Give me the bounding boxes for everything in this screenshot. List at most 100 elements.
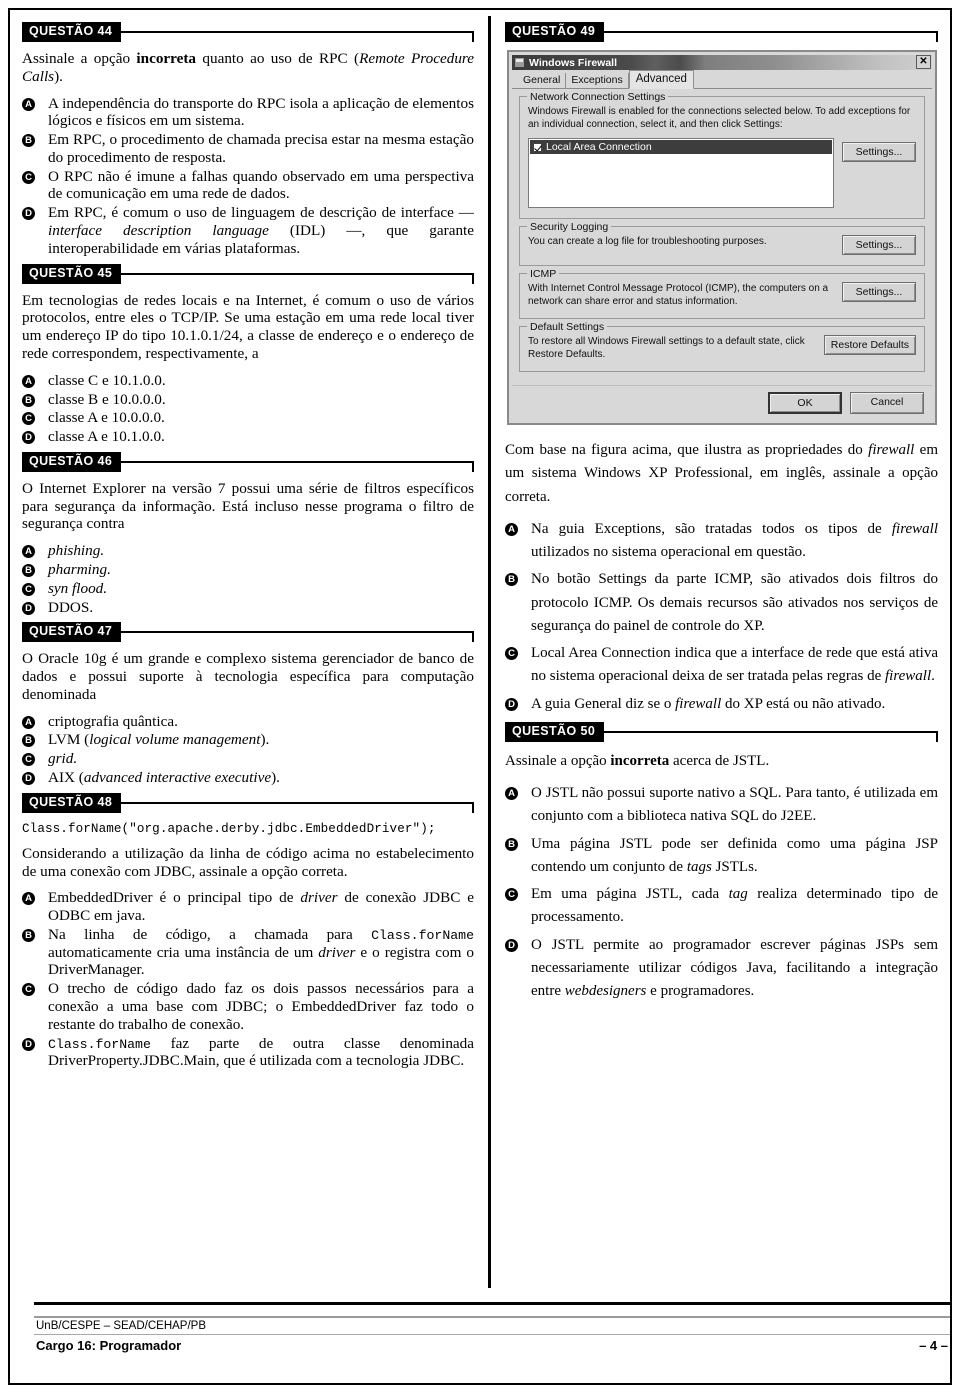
option-text: EmbeddedDriver é o principal tipo de dri… [48, 889, 474, 925]
option-bullet-c: C [22, 983, 35, 997]
tab-advanced[interactable]: Advanced [628, 70, 694, 89]
options-46: Aphishing. Bpharming. Csyn flood. D DDOS. [22, 542, 474, 616]
option-47-d[interactable]: D AIX (advanced interactive executive). [22, 769, 474, 787]
question-stem-47: O Oracle 10g é um grande e complexo sist… [22, 650, 474, 703]
option-text: O JSTL permite ao programador escrever p… [531, 934, 938, 1004]
option-45-c[interactable]: Cclasse A e 10.0.0.0. [22, 409, 474, 427]
option-text: classe A e 10.0.0.0. [48, 409, 165, 427]
header-rule [119, 272, 474, 285]
dialog-body: Network Connection Settings Windows Fire… [512, 89, 932, 385]
close-icon[interactable]: ✕ [916, 55, 931, 69]
opt-part-2: ). [260, 731, 270, 749]
logging-settings-button[interactable]: Settings... [842, 235, 916, 255]
option-text: O JSTL não possui suporte nativo a SQL. … [531, 785, 938, 825]
option-bullet-b: B [22, 734, 35, 748]
option-text: criptografia quântica. [48, 712, 178, 730]
code-snippet-48: Class.forName("org.apache.derby.jdbc.Emb… [22, 821, 436, 836]
option-45-b[interactable]: Bclasse B e 10.0.0.0. [22, 391, 474, 409]
header-rule [602, 730, 938, 743]
group-description: You can create a log file for troublesho… [528, 236, 767, 247]
option-50-c[interactable]: C Em uma página JSTL, cada tag realiza de… [505, 883, 938, 930]
group-legend: Default Settings [527, 321, 608, 333]
option-50-d[interactable]: D O JSTL permite ao programador escrever … [505, 934, 938, 1004]
option-50-b[interactable]: B Uma página JSTL pode ser definida como … [505, 833, 938, 880]
question-stem-50: Assinale a opção incorreta acerca de JST… [505, 750, 938, 773]
question-header-46: QUESTÃO 46 [22, 451, 474, 473]
opt-part-1: AIX ( [48, 769, 84, 786]
opt-italic: firewall [675, 695, 722, 712]
list-item-local-area-connection[interactable]: Local Area Connection [530, 140, 832, 154]
option-48-a[interactable]: A EmbeddedDriver é o principal tipo de dr… [22, 889, 474, 925]
stem-bold: incorreta [610, 752, 670, 769]
question-header-50: QUESTÃO 50 [505, 721, 938, 743]
option-46-a[interactable]: Aphishing. [22, 542, 474, 560]
header-rule [119, 631, 474, 643]
restore-defaults-button[interactable]: Restore Defaults [823, 335, 916, 355]
option-44-a[interactable]: A A independência do transporte do RPC is… [22, 95, 474, 131]
network-settings-button[interactable]: Settings... [842, 142, 916, 162]
option-45-a[interactable]: Aclasse C e 10.1.0.0. [22, 372, 474, 390]
question-label-48: QUESTÃO 48 [22, 792, 122, 813]
option-44-b[interactable]: B Em RPC, o procedimento de chamada preci… [22, 131, 474, 167]
opt-part-1: Em uma página JSTL, cada [531, 886, 729, 902]
stem-part-2: quanto ao uso de RPC ( [196, 50, 360, 67]
option-44-d[interactable]: D Em RPC, é comum o uso de linguagem de d… [22, 204, 474, 257]
header-rule [119, 460, 474, 473]
ok-button[interactable]: OK [768, 392, 842, 414]
list-item-label: Local Area Connection [546, 141, 652, 153]
group-legend: Network Connection Settings [527, 91, 669, 103]
option-49-c[interactable]: C Local Area Connection indica que a inte… [505, 642, 938, 689]
option-bullet-a: A [505, 787, 518, 800]
option-bullet-d: D [22, 772, 35, 785]
opt-italic: driver [318, 943, 356, 961]
opt-part-2: utilizados no sistema operacional em que… [531, 544, 806, 560]
option-50-a[interactable]: A O JSTL não possui suporte nativo a SQL.… [505, 782, 938, 829]
option-47-a[interactable]: Acriptografia quântica. [22, 713, 474, 731]
option-49-d[interactable]: D A guia General diz se o firewall do XP … [505, 693, 938, 716]
option-text: pharming. [48, 560, 111, 578]
connections-listbox[interactable]: Local Area Connection [528, 138, 834, 208]
option-text: Na linha de código, a chamada para Class… [48, 926, 474, 979]
opt-italic: tag [728, 886, 748, 902]
question-stem-44: Assinale a opção incorreta quanto ao uso… [22, 50, 474, 86]
option-text: DDOS. [48, 598, 94, 616]
option-text: syn flood. [48, 579, 108, 597]
tab-general[interactable]: General [518, 73, 567, 88]
option-text: A independência do transporte do RPC iso… [48, 94, 474, 130]
question-stem-45: Em tecnologias de redes locais e na Inte… [22, 291, 474, 362]
option-47-c[interactable]: Cgrid. [22, 750, 474, 768]
option-text: O trecho de código dado faz os dois pass… [48, 980, 474, 1033]
option-text: Em RPC, é comum o uso de linguagem de de… [48, 204, 474, 257]
option-49-b[interactable]: B No botão Settings da parte ICMP, são at… [505, 568, 938, 638]
question-label-47: QUESTÃO 47 [22, 622, 122, 643]
option-48-b[interactable]: B Na linha de código, a chamada para Clas… [22, 926, 474, 979]
right-column: QUESTÃO 49 Windows Firewall ✕ General Ex… [505, 16, 938, 1288]
option-bullet-c: C [22, 412, 35, 426]
question-label-49: QUESTÃO 49 [505, 22, 605, 42]
option-46-d[interactable]: D DDOS. [22, 599, 474, 617]
option-46-b[interactable]: Bpharming. [22, 561, 474, 579]
group-description: Windows Firewall is enabled for the conn… [528, 106, 911, 130]
option-49-a[interactable]: A Na guia Exceptions, são tratadas todos … [505, 518, 938, 565]
option-bullet-d: D [22, 1037, 35, 1051]
option-48-d[interactable]: D Class.forName faz parte de outra classe… [22, 1035, 474, 1071]
tab-exceptions[interactable]: Exceptions [566, 73, 629, 88]
cancel-button[interactable]: Cancel [850, 392, 924, 414]
opt-italic: tags [686, 858, 712, 875]
option-bullet-a: A [505, 522, 518, 536]
opt-part-2: automaticamente cria uma instância de um [48, 943, 319, 961]
checkbox-icon[interactable] [533, 142, 542, 152]
option-48-c[interactable]: C O trecho de código dado faz os dois pas… [22, 980, 474, 1033]
footer-role: Cargo 16: Programador [36, 1338, 182, 1353]
dialog-footer: OK Cancel [512, 385, 932, 420]
option-46-c[interactable]: Csyn flood. [22, 580, 474, 598]
title-bar: Windows Firewall ✕ [512, 55, 932, 70]
option-47-b[interactable]: B LVM (logical volume management). [22, 731, 474, 749]
icmp-settings-button[interactable]: Settings... [842, 282, 916, 302]
option-bullet-c: C [505, 647, 518, 660]
question-stem-46: O Internet Explorer na versão 7 possui u… [22, 479, 474, 533]
option-45-d[interactable]: Dclasse A e 10.1.0.0. [22, 428, 474, 446]
option-bullet-a: A [22, 892, 35, 906]
option-44-c[interactable]: C O RPC não é imune a falhas quando obser… [22, 168, 474, 204]
question-header-48: QUESTÃO 48 [22, 792, 474, 814]
